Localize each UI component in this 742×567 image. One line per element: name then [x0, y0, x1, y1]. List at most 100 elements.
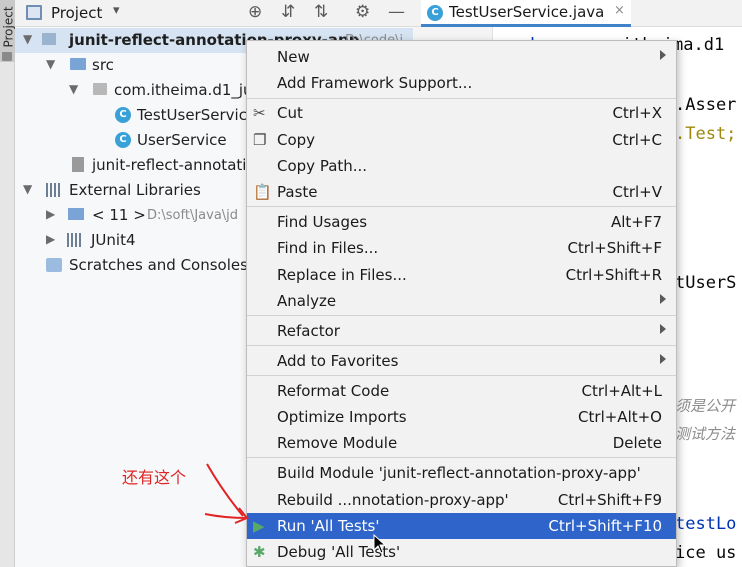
menu-item-debug-all-tests[interactable]: ✱ Debug 'All Tests' [247, 539, 676, 565]
copy-icon: ❐ [253, 131, 267, 149]
context-menu: New Add Framework Support... ✂ Cut Ctrl+X … [246, 40, 677, 567]
menu-item-shortcut: Ctrl+Shift+F [567, 239, 662, 257]
menu-item-find-in-files[interactable]: Find in Files... Ctrl+Shift+F [247, 235, 676, 261]
menu-item-label: Replace in Files... [277, 266, 407, 284]
menu-item-analyze[interactable]: Analyze [247, 288, 676, 314]
menu-item-label: New [277, 48, 310, 66]
chevron-down-icon[interactable]: ▾ [113, 3, 120, 18]
menu-item-shortcut: Ctrl+Alt+O [578, 408, 662, 426]
menu-separator [247, 206, 676, 207]
menu-item-copy[interactable]: ❐ Copy Ctrl+C [247, 127, 676, 153]
annotation-text: 还有这个 [122, 468, 187, 487]
close-icon[interactable]: × [614, 3, 625, 18]
menu-item-label: Add to Favorites [277, 352, 399, 370]
side-tool-strip: Project [0, 0, 16, 567]
chevron-right-icon[interactable]: ▶ [46, 207, 55, 221]
scratches-icon [46, 258, 62, 272]
java-class-icon: C [427, 5, 443, 21]
scissors-icon: ✂ [253, 104, 266, 122]
editor-tab-label: TestUserService.java [449, 3, 605, 21]
gear-icon[interactable]: ⚙ [355, 2, 370, 22]
scratches-label: Scratches and Consoles [69, 256, 248, 274]
class-label: UserService [137, 131, 227, 149]
menu-item-add-to-favorites[interactable]: Add to Favorites [247, 348, 676, 374]
editor-tab-bar: C TestUserService.java × [413, 0, 742, 27]
menu-item-shortcut: Ctrl+Shift+R [565, 266, 662, 284]
code-line-class-name: tUserS [675, 273, 737, 293]
submenu-arrow-icon [660, 324, 666, 334]
menu-separator [247, 98, 676, 99]
minimize-icon[interactable]: — [388, 2, 405, 22]
menu-item-shortcut: Ctrl+Shift+F10 [548, 517, 662, 535]
menu-item-reformat-code[interactable]: Reformat Code Ctrl+Alt+L [247, 378, 676, 404]
editor-tab-testuserservice[interactable]: C TestUserService.java × [421, 0, 631, 27]
java-class-icon: C [115, 107, 131, 123]
folder-icon [2, 52, 12, 61]
menu-item-shortcut: Ctrl+V [612, 183, 662, 201]
external-libraries-label: External Libraries [69, 181, 201, 199]
menu-item-label: Find in Files... [277, 239, 379, 257]
module-icon [42, 33, 56, 45]
src-label: src [92, 56, 114, 74]
menu-separator [247, 345, 676, 346]
collapse-all-icon[interactable]: ⇅ [314, 2, 328, 22]
iml-file-label: junit-reflect-annotati [92, 156, 247, 174]
menu-separator [247, 457, 676, 458]
menu-item-label: Paste [277, 183, 318, 201]
chevron-down-icon[interactable]: ▼ [69, 82, 78, 96]
menu-item-cut[interactable]: ✂ Cut Ctrl+X [247, 100, 676, 126]
menu-item-build-module[interactable]: Build Module 'junit-reflect-annotation-p… [247, 460, 676, 486]
menu-item-label: Add Framework Support... [277, 74, 473, 92]
menu-item-label: Build Module 'junit-reflect-annotation-p… [277, 464, 641, 482]
chevron-down-icon[interactable]: ▼ [46, 57, 55, 71]
menu-item-copy-path[interactable]: Copy Path... [247, 153, 676, 179]
menu-item-label: Reformat Code [277, 382, 390, 400]
menu-item-shortcut: Alt+F7 [610, 213, 662, 231]
menu-item-label: Copy Path... [277, 157, 368, 175]
file-icon [72, 157, 84, 172]
menu-item-new[interactable]: New [247, 44, 676, 70]
expand-all-icon[interactable]: ⇵ [281, 2, 295, 22]
jdk-label: < 11 > [92, 206, 146, 224]
menu-item-paste[interactable]: 📋 Paste Ctrl+V [247, 179, 676, 205]
menu-item-rebuild[interactable]: Rebuild ...nnotation-proxy-app' Ctrl+Shif… [247, 487, 676, 513]
chevron-down-icon[interactable]: ▼ [23, 182, 32, 196]
project-side-tab-label: Project [1, 6, 16, 48]
java-class-icon: C [115, 132, 131, 148]
menu-separator [247, 375, 676, 376]
menu-item-shortcut: Ctrl+X [612, 104, 662, 122]
class-label: TestUserServic [137, 106, 247, 124]
project-view-icon [26, 5, 42, 20]
mouse-cursor-icon [373, 534, 387, 554]
code-line-import-assert: .Asser [675, 95, 737, 115]
menu-item-run-all-tests[interactable]: ▶ Run 'All Tests' Ctrl+Shift+F10 [247, 513, 676, 539]
menu-item-remove-module[interactable]: Remove Module Delete [247, 430, 676, 456]
menu-item-label: Optimize Imports [277, 408, 407, 426]
project-view-title[interactable]: Project [51, 4, 102, 22]
project-side-tab[interactable]: Project [0, 0, 16, 62]
menu-separator [247, 315, 676, 316]
menu-item-shortcut: Ctrl+Alt+L [581, 382, 663, 400]
menu-item-optimize-imports[interactable]: Optimize Imports Ctrl+Alt+O [247, 404, 676, 430]
package-label: com.itheima.d1_ju [114, 81, 253, 99]
menu-item-find-usages[interactable]: Find Usages Alt+F7 [247, 209, 676, 235]
menu-item-label: Refactor [277, 322, 340, 340]
menu-item-label: Remove Module [277, 434, 398, 452]
code-comment-1: 须是公开 [675, 397, 736, 415]
menu-item-refactor[interactable]: Refactor [247, 318, 676, 344]
library-icon [67, 233, 83, 247]
submenu-arrow-icon [660, 294, 666, 304]
code-line-service: ice us [675, 543, 737, 563]
chevron-right-icon[interactable]: ▶ [46, 232, 55, 246]
menu-item-label: Copy [277, 131, 316, 149]
debug-icon: ✱ [253, 543, 266, 561]
menu-item-label: Analyze [277, 292, 337, 310]
menu-item-shortcut: Delete [612, 434, 662, 452]
chevron-down-icon[interactable]: ▼ [23, 32, 32, 46]
project-panel-header: Project ▾ ⊕ ⇵ ⇅ ⚙ — [15, 0, 413, 27]
code-line-import-test: .Test; [675, 124, 737, 144]
target-icon[interactable]: ⊕ [248, 2, 262, 22]
menu-item-replace-in-files[interactable]: Replace in Files... Ctrl+Shift+R [247, 262, 676, 288]
menu-item-add-framework-support[interactable]: Add Framework Support... [247, 70, 676, 96]
junit4-label: JUnit4 [91, 231, 136, 249]
